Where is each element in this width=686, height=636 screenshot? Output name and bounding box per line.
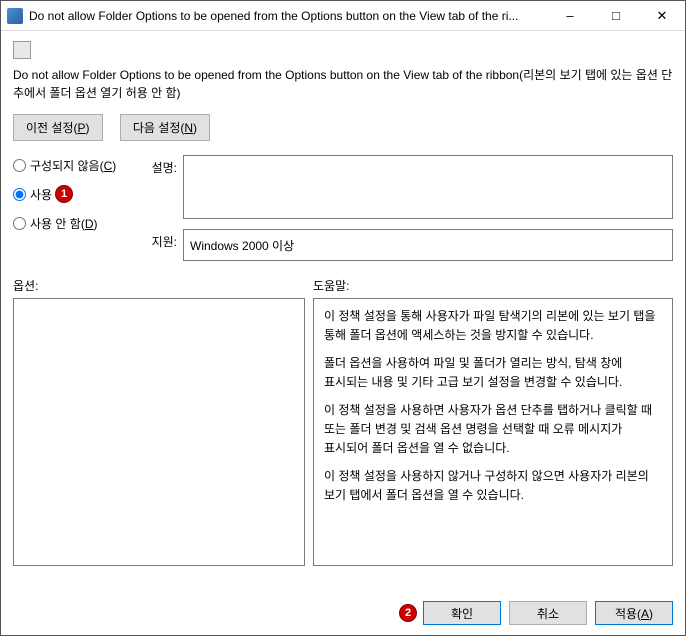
window-title: Do not allow Folder Options to be opened… bbox=[29, 9, 547, 23]
help-column: 도움말: 이 정책 설정을 통해 사용자가 파일 탐색기의 리본에 있는 보기 … bbox=[313, 277, 673, 566]
help-label: 도움말: bbox=[313, 277, 673, 294]
policy-icon bbox=[13, 41, 31, 59]
help-paragraph: 이 정책 설정을 사용하지 않거나 구성하지 않으면 사용자가 리본의 보기 탭… bbox=[324, 467, 662, 504]
radio-not-configured-input[interactable] bbox=[13, 159, 26, 172]
support-label: 지원: bbox=[135, 229, 183, 250]
support-box[interactable]: Windows 2000 이상 bbox=[183, 229, 673, 261]
radio-enabled[interactable]: 사용 1 bbox=[13, 186, 135, 203]
nav-row: 이전 설정(P) 다음 설정(N) bbox=[13, 114, 673, 141]
options-label: 옵션: bbox=[13, 277, 305, 294]
options-box[interactable] bbox=[13, 298, 305, 566]
lower-section: 옵션: 도움말: 이 정책 설정을 통해 사용자가 파일 탐색기의 리본에 있는… bbox=[13, 277, 673, 566]
radio-disabled[interactable]: 사용 안 함(D) bbox=[13, 215, 135, 232]
titlebar: Do not allow Folder Options to be opened… bbox=[1, 1, 685, 31]
radio-enabled-input[interactable] bbox=[13, 188, 26, 201]
dialog-footer: 2 확인 취소 적용(A) bbox=[399, 601, 673, 625]
options-column: 옵션: bbox=[13, 277, 305, 566]
ok-button[interactable]: 확인 bbox=[423, 601, 501, 625]
app-icon bbox=[7, 8, 23, 24]
radio-disabled-input[interactable] bbox=[13, 217, 26, 230]
help-paragraph: 이 정책 설정을 사용하면 사용자가 옵션 단추를 탭하거나 클릭할 때 또는 … bbox=[324, 401, 662, 457]
annotation-badge-2: 2 bbox=[399, 604, 417, 622]
policy-title: Do not allow Folder Options to be opened… bbox=[13, 66, 673, 102]
mid-section: 구성되지 않음(C) 사용 1 사용 안 함(D) 설명: 지원: Window… bbox=[13, 155, 673, 261]
description-label: 설명: bbox=[135, 155, 183, 176]
help-paragraph: 이 정책 설정을 통해 사용자가 파일 탐색기의 리본에 있는 보기 탭을 통해… bbox=[324, 307, 662, 344]
radio-enabled-label: 사용 bbox=[30, 186, 52, 203]
radio-not-configured-label: 구성되지 않음(C) bbox=[30, 157, 116, 174]
radio-disabled-label: 사용 안 함(D) bbox=[30, 215, 98, 232]
description-box[interactable] bbox=[183, 155, 673, 219]
titlebar-buttons: – □ ✕ bbox=[547, 1, 685, 30]
content-area: Do not allow Folder Options to be opened… bbox=[1, 31, 685, 576]
radio-group: 구성되지 않음(C) 사용 1 사용 안 함(D) bbox=[13, 155, 135, 232]
close-button[interactable]: ✕ bbox=[639, 1, 685, 30]
help-box[interactable]: 이 정책 설정을 통해 사용자가 파일 탐색기의 리본에 있는 보기 탭을 통해… bbox=[313, 298, 673, 566]
minimize-button[interactable]: – bbox=[547, 1, 593, 30]
radio-not-configured[interactable]: 구성되지 않음(C) bbox=[13, 157, 135, 174]
previous-setting-button[interactable]: 이전 설정(P) bbox=[13, 114, 103, 141]
support-value: Windows 2000 이상 bbox=[190, 237, 294, 254]
next-setting-button[interactable]: 다음 설정(N) bbox=[120, 114, 210, 141]
help-paragraph: 폴더 옵션을 사용하여 파일 및 폴더가 열리는 방식, 탐색 창에 표시되는 … bbox=[324, 354, 662, 391]
cancel-button[interactable]: 취소 bbox=[509, 601, 587, 625]
maximize-button[interactable]: □ bbox=[593, 1, 639, 30]
annotation-badge-1: 1 bbox=[55, 185, 73, 203]
apply-button[interactable]: 적용(A) bbox=[595, 601, 673, 625]
